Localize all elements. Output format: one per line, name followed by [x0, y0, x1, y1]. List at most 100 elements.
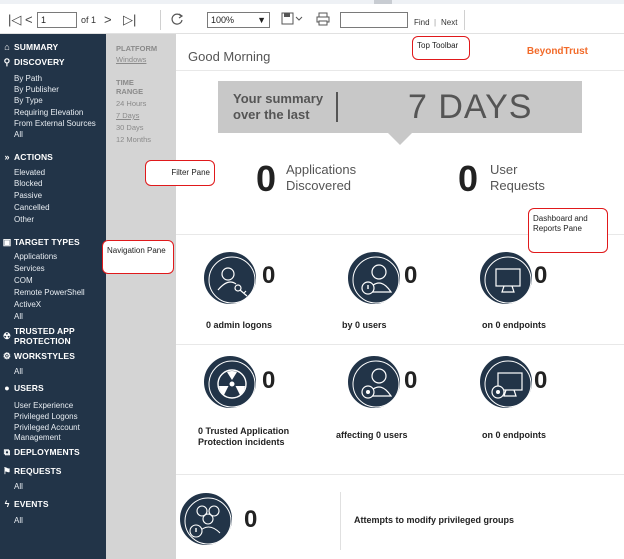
applications-count[interactable]: 0 — [256, 158, 276, 200]
user-requests-label: User Requests — [490, 162, 545, 193]
annotation-top-toolbar: Top Toolbar — [412, 36, 470, 60]
affected-users-label: affecting 0 users — [336, 430, 408, 440]
report-viewer: |◁ < 1 of 1 > ▷| 100% ▼ Find | Next ⌂ SU… — [0, 0, 624, 559]
nav-target-types[interactable]: ▣ TARGET TYPES — [0, 236, 106, 250]
nav-actions-elevated[interactable]: Elevated — [0, 168, 106, 178]
nav-discovery-all[interactable]: All — [0, 130, 106, 140]
radiation-icon: ☢ — [2, 331, 12, 341]
nav-discovery[interactable]: ⚲ DISCOVERY — [0, 56, 106, 70]
home-icon: ⌂ — [4, 42, 10, 52]
admin-logons-count[interactable]: 0 — [262, 262, 275, 290]
nav-discovery-by-type[interactable]: By Type — [0, 96, 106, 106]
endpoints-count[interactable]: 0 — [534, 262, 547, 290]
summary-value: 7 DAYS — [408, 88, 533, 126]
section-divider — [176, 474, 624, 475]
privileged-groups-count[interactable]: 0 — [244, 506, 257, 534]
nav-discovery-external-sources[interactable]: From External Sources — [0, 119, 106, 129]
nav-actions-cancelled[interactable]: Cancelled — [0, 203, 106, 213]
print-icon[interactable] — [316, 12, 330, 26]
users-count[interactable]: 0 — [404, 262, 417, 290]
time-range-label: TIME RANGE — [116, 78, 144, 96]
affected-endpoints-label: on 0 endpoints — [482, 430, 546, 440]
nav-events-all[interactable]: All — [0, 516, 106, 526]
applications-label: Applications Discovered — [286, 162, 357, 193]
platform-label: PLATFORM — [116, 44, 158, 53]
admin-logons-label: 0 admin logons — [206, 320, 273, 330]
nav-target-activex[interactable]: ActiveX — [0, 300, 106, 310]
window-top-strip — [0, 0, 624, 4]
time-option-24-hours[interactable]: 24 Hours — [116, 99, 146, 109]
previous-page-button[interactable]: < — [25, 13, 33, 27]
nav-actions-blocked[interactable]: Blocked — [0, 179, 106, 189]
nav-trusted-app-protection[interactable]: ☢ TRUSTED APP PROTECTION — [0, 326, 106, 348]
nav-summary[interactable]: ⌂ SUMMARY — [0, 41, 106, 55]
nav-target-services[interactable]: Services — [0, 264, 106, 274]
nav-users-privileged-account-management[interactable]: Privileged Account Management — [0, 423, 100, 443]
page-number-input[interactable]: 1 — [37, 12, 77, 28]
nav-users-user-experience[interactable]: User Experience — [0, 401, 106, 411]
find-next-button[interactable]: Next — [441, 16, 457, 30]
nav-target-all[interactable]: All — [0, 312, 106, 322]
dashboard-pane: Good Morning BeyondTrust Your summary ov… — [176, 34, 624, 559]
nav-deployments[interactable]: ⧉ DEPLOYMENTS — [0, 446, 106, 460]
affected-users-icon — [348, 356, 400, 408]
privileged-groups-label: Attempts to modify privileged groups — [354, 515, 515, 525]
toolbar-separator — [160, 10, 161, 30]
nav-discovery-by-publisher[interactable]: By Publisher — [0, 85, 106, 95]
tap-incidents-label: 0 Trusted Application Protection inciden… — [198, 426, 290, 447]
annotation-filter-pane: Filter Pane — [145, 160, 215, 186]
affected-endpoints-count[interactable]: 0 — [534, 367, 547, 395]
filter-pane: PLATFORM Windows TIME RANGE 24 Hours 7 D… — [106, 34, 176, 559]
next-page-button[interactable]: > — [104, 13, 112, 27]
time-option-7-days[interactable]: 7 Days — [116, 111, 139, 121]
tap-incidents-count[interactable]: 0 — [262, 367, 275, 395]
affected-users-count[interactable]: 0 — [404, 367, 417, 395]
nav-requests-all[interactable]: All — [0, 482, 106, 492]
annotation-navigation-pane: Navigation Pane — [102, 240, 174, 274]
privileged-groups-icon — [180, 493, 232, 545]
admin-logons-icon — [204, 252, 256, 304]
nav-target-remote-powershell[interactable]: Remote PowerShell — [0, 288, 106, 298]
nav-workstyles[interactable]: ⚙ WORKSTYLES — [0, 350, 106, 364]
summary-pointer — [388, 133, 412, 145]
nav-workstyles-all[interactable]: All — [0, 367, 106, 377]
find-button[interactable]: Find — [414, 16, 430, 30]
nav-users[interactable]: ● USERS — [0, 382, 106, 396]
time-option-12-months[interactable]: 12 Months — [116, 135, 151, 145]
nav-requests[interactable]: ⚑ REQUESTS — [0, 465, 106, 479]
brand-logo: BeyondTrust — [526, 46, 588, 57]
radiation-icon — [204, 356, 256, 408]
zoom-select[interactable]: 100% ▼ — [207, 12, 270, 28]
section-divider — [176, 344, 624, 345]
user-requests-count[interactable]: 0 — [458, 158, 478, 200]
first-page-button[interactable]: |◁ — [8, 13, 21, 27]
nav-discovery-requiring-elevation[interactable]: Requiring Elevation — [0, 108, 106, 118]
platform-windows-link[interactable]: Windows — [116, 55, 146, 65]
nav-actions[interactable]: » ACTIONS — [0, 151, 106, 165]
nav-events[interactable]: ϟ EVENTS — [0, 498, 106, 512]
endpoints-icon — [480, 252, 532, 304]
gear-icon: ⚙ — [2, 351, 12, 361]
time-option-30-days[interactable]: 30 Days — [116, 123, 144, 133]
nav-users-privileged-logons[interactable]: Privileged Logons — [0, 412, 106, 422]
nav-target-applications[interactable]: Applications — [0, 252, 106, 262]
annotation-dashboard-pane: Dashboard and Reports Pane — [528, 208, 608, 253]
page-count-label: of 1 — [81, 15, 97, 25]
save-icon[interactable] — [281, 12, 305, 26]
find-separator: | — [434, 18, 437, 27]
target-icon: ▣ — [2, 237, 12, 247]
summary-divider — [336, 92, 338, 122]
nav-actions-other[interactable]: Other — [0, 215, 106, 225]
deployment-icon: ⧉ — [3, 447, 11, 457]
nav-actions-passive[interactable]: Passive — [0, 191, 106, 201]
nav-target-com[interactable]: COM — [0, 276, 106, 286]
fast-forward-icon: » — [4, 152, 10, 162]
refresh-icon[interactable] — [170, 12, 184, 26]
last-page-button[interactable]: ▷| — [123, 13, 136, 27]
summary-label: Your summary over the last — [233, 91, 324, 122]
affected-endpoints-icon — [480, 356, 532, 408]
find-input[interactable] — [340, 12, 408, 28]
user-icon: ● — [4, 383, 10, 393]
nav-discovery-by-path[interactable]: By Path — [0, 74, 106, 84]
drag-handle[interactable] — [374, 0, 392, 4]
